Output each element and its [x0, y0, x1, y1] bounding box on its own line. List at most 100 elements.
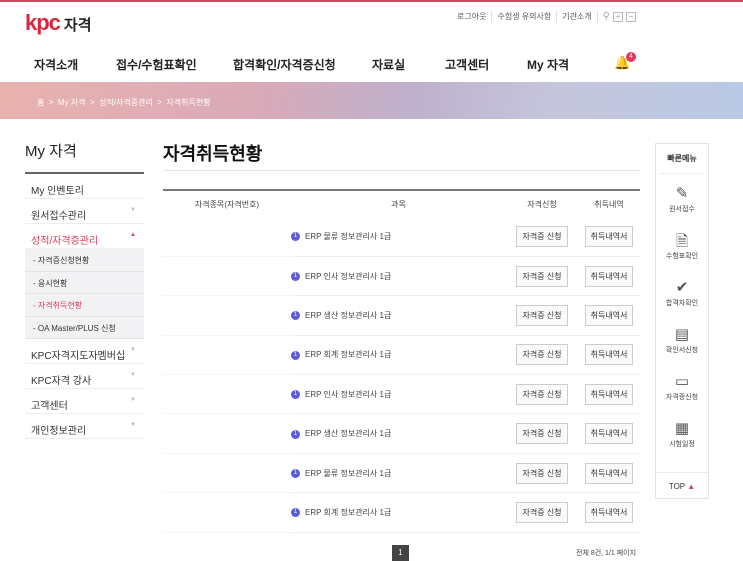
- column-header: 과목: [391, 199, 406, 209]
- apply-certificate-button[interactable]: 자격증 신청: [516, 304, 568, 326]
- sidebar-item[interactable]: 원서접수관리 ▼: [25, 199, 144, 224]
- nav-item[interactable]: My 자격: [527, 56, 569, 73]
- nav-item[interactable]: 자격소개: [34, 56, 78, 73]
- quick-item-confirmation[interactable]: ▤ 확인서신청: [656, 315, 708, 362]
- sidebar-subitem[interactable]: - OA Master/PLUS 신청: [25, 316, 144, 339]
- sidebar-item-label: 고객센터: [31, 401, 68, 412]
- chevron-down-icon: ▼: [130, 372, 136, 378]
- zoom-out-icon[interactable]: −: [625, 11, 636, 22]
- nav-item[interactable]: 자료실: [372, 56, 405, 73]
- cert-cell: [163, 217, 291, 257]
- form-pencil-icon: ✎: [675, 185, 689, 202]
- nav-item[interactable]: 고객센터: [445, 56, 489, 73]
- sidebar-item-label: 개인정보관리: [31, 426, 87, 437]
- notice-link[interactable]: 수험생 유의사항: [492, 11, 558, 22]
- cert-cell: [163, 492, 291, 533]
- history-document-button[interactable]: 취득내역서: [584, 383, 634, 405]
- quick-item-certificate[interactable]: ▭ 자격증신청: [656, 362, 708, 409]
- apply-certificate-button[interactable]: 자격증 신청: [516, 501, 568, 523]
- history-document-button[interactable]: 취득내역서: [584, 225, 634, 247]
- history-document-button[interactable]: 취득내역서: [584, 501, 634, 523]
- table-row: 1 ERP 생산 정보관리사 1급 자격증 신청 취득내역서: [163, 413, 640, 454]
- history-document-button[interactable]: 취득내역서: [584, 304, 634, 326]
- page-title: 자격취득현황: [163, 144, 263, 164]
- search-icon[interactable]: ⚲: [603, 11, 610, 22]
- sidebar-item[interactable]: 고객센터 ▼: [25, 389, 144, 414]
- subject-cell: 1 ERP 인사 정보관리사 1급: [291, 256, 506, 297]
- sidebar-subitem-active[interactable]: - 자격취득현황: [25, 294, 144, 317]
- apply-certificate-button[interactable]: 자격증 신청: [516, 265, 568, 287]
- apply-cell: 자격증 신청: [506, 256, 578, 297]
- history-cell: 취득내역서: [578, 256, 640, 297]
- sidebar-item[interactable]: My 인벤토리: [25, 174, 144, 199]
- quick-item-ticket[interactable]: 🗎 수험표확인: [656, 221, 708, 268]
- subject-name: ERP 생산 정보관리사 1급: [305, 429, 392, 439]
- quick-item-label: 합격자확인: [665, 300, 699, 307]
- certification-table: 자격종목(자격번호) 과목 자격신청 취득내역 1 ERP 물류 정보관리사 1급…: [163, 189, 640, 533]
- subject-name: ERP 인사 정보관리사 1급: [305, 271, 392, 281]
- apply-certificate-button[interactable]: 자격증 신청: [516, 344, 568, 366]
- sidebar-item-active[interactable]: 성적/자격증관리 ▲: [25, 224, 144, 249]
- history-document-button[interactable]: 취득내역서: [584, 344, 634, 366]
- divider: [163, 170, 640, 171]
- subject-name: ERP 생산 정보관리사 1급: [305, 310, 392, 320]
- notification-badge: 4: [626, 52, 636, 62]
- table-row: 1 ERP 인사 정보관리사 1급 자격증 신청 취득내역서: [163, 374, 640, 415]
- sidebar-item[interactable]: 개인정보관리 ▼: [25, 414, 144, 439]
- history-document-button[interactable]: 취득내역서: [584, 423, 634, 445]
- table-row: 1 ERP 물류 정보관리사 1급 자격증 신청 취득내역서: [163, 217, 640, 257]
- quick-item-application[interactable]: ✎ 원서접수: [656, 174, 708, 221]
- history-cell: 취득내역서: [578, 374, 640, 415]
- top-button[interactable]: TOP ▲: [656, 472, 708, 498]
- quick-menu: 빠른메뉴 ✎ 원서접수 🗎 수험표확인 ✔ 합격자확인 ▤ 확인서신청 ▭ 자격증신청 ▦…: [655, 143, 709, 499]
- utility-links: 로그아웃 수험생 유의사항 기관소개 ⚲ + −: [452, 11, 636, 22]
- logout-link[interactable]: 로그아웃: [452, 11, 493, 22]
- apply-certificate-button[interactable]: 자격증 신청: [516, 383, 568, 405]
- sidebar-subitem[interactable]: - 응시현황: [25, 271, 144, 294]
- number-badge: 1: [291, 508, 300, 518]
- sidebar-item-label: KPC자격지도자멤버십: [31, 351, 126, 362]
- page-button[interactable]: 1: [392, 545, 409, 561]
- apply-certificate-button[interactable]: 자격증 신청: [516, 225, 568, 247]
- subject-cell: 1 ERP 인사 정보관리사 1급: [291, 374, 506, 415]
- nav-item[interactable]: 합격확인/자격증신청: [233, 56, 336, 73]
- history-document-button[interactable]: 취득내역서: [584, 265, 634, 287]
- quick-item-pass[interactable]: ✔ 합격자확인: [656, 268, 708, 315]
- sidebar-subitem[interactable]: - 자격증신청현황: [25, 249, 144, 272]
- sidebar-item[interactable]: KPC자격 강사 ▼: [25, 364, 144, 389]
- sidebar-item-label: My 인벤토리: [31, 186, 84, 197]
- quick-item-label: 원서접수: [669, 206, 695, 213]
- subject-cell: 1 ERP 생산 정보관리사 1급: [291, 295, 506, 336]
- apply-certificate-button[interactable]: 자격증 신청: [516, 423, 568, 445]
- cert-cell: [163, 453, 291, 494]
- subject-name: ERP 회계 정보관리사 1급: [305, 350, 392, 360]
- about-link[interactable]: 기관소개: [557, 11, 598, 22]
- apply-certificate-button[interactable]: 자격증 신청: [516, 462, 568, 484]
- number-badge: 1: [291, 390, 300, 400]
- number-badge: 1: [291, 232, 300, 242]
- subject-cell: 1 ERP 회계 정보관리사 1급: [291, 335, 506, 376]
- arrow-up-icon: ▲: [687, 482, 696, 491]
- history-cell: 취득내역서: [578, 453, 640, 494]
- nav-item[interactable]: 접수/수험표확인: [116, 56, 197, 73]
- sidebar-item[interactable]: KPC자격지도자멤버십 ▼: [25, 339, 144, 364]
- table-row: 1 ERP 물류 정보관리사 1급 자격증 신청 취득내역서: [163, 453, 640, 494]
- chevron-down-icon: ▼: [130, 397, 136, 403]
- quick-item-label: 확인서신청: [665, 347, 699, 354]
- sidebar-item-label: 성적/자격증관리: [31, 236, 99, 247]
- chevron-up-icon: ▲: [130, 232, 136, 238]
- history-cell: 취득내역서: [578, 492, 640, 533]
- quick-item-label: 자격증신청: [665, 394, 699, 401]
- logo[interactable]: kpc 자격: [25, 10, 92, 36]
- zoom-in-icon[interactable]: +: [612, 11, 623, 22]
- number-badge: 1: [291, 311, 300, 321]
- quick-item-schedule[interactable]: ▦ 시험일정: [656, 409, 708, 456]
- history-cell: 취득내역서: [578, 217, 640, 257]
- cert-cell: [163, 256, 291, 297]
- user-check-icon: ✔: [675, 279, 689, 296]
- history-document-button[interactable]: 취득내역서: [584, 462, 634, 484]
- subject-name: ERP 물류 정보관리사 1급: [305, 231, 392, 241]
- table-row: 1 ERP 인사 정보관리사 1급 자격증 신청 취득내역서: [163, 256, 640, 297]
- breadcrumb: 홈 > My 자격 > 성적/자격증관리 > 자격취득현황: [37, 98, 211, 107]
- table-row: 1 ERP 생산 정보관리사 1급 자격증 신청 취득내역서: [163, 295, 640, 336]
